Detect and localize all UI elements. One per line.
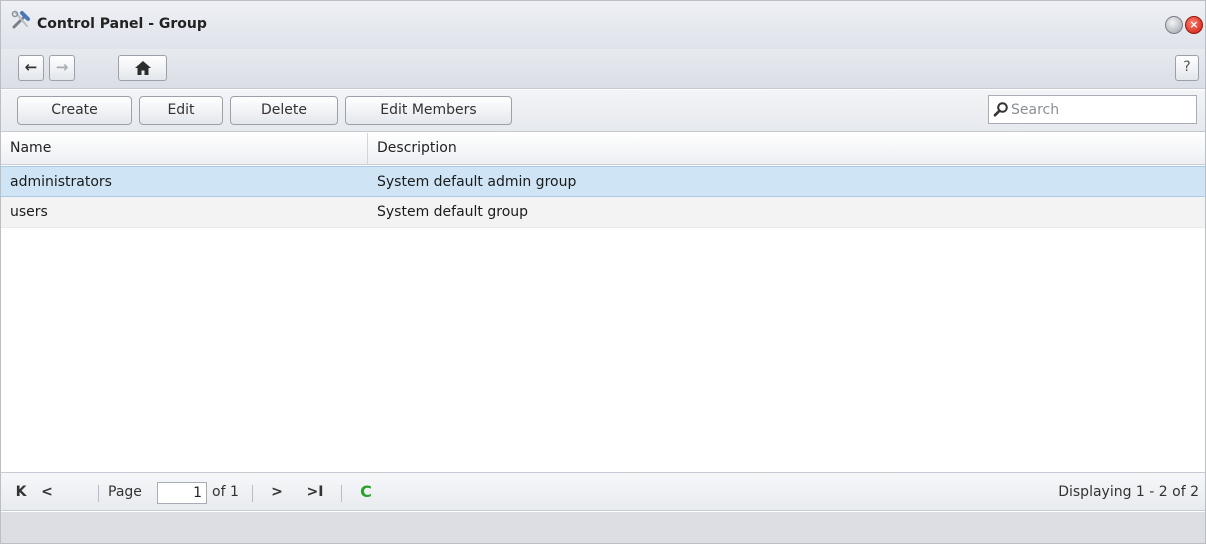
first-page-button[interactable]: K xyxy=(12,483,30,501)
table-row[interactable]: users System default group xyxy=(1,197,1205,228)
window-title: Control Panel - Group xyxy=(37,16,207,32)
search-input[interactable] xyxy=(1011,99,1191,120)
page-count-label: of 1 xyxy=(212,484,239,500)
edit-button[interactable]: Edit xyxy=(139,96,223,125)
page-number-input[interactable] xyxy=(157,482,207,504)
forward-button[interactable]: → xyxy=(49,55,75,81)
separator xyxy=(98,485,99,502)
column-header-description[interactable]: Description xyxy=(368,133,1204,165)
group-description-cell: System default group xyxy=(377,204,529,220)
refresh-button[interactable]: C xyxy=(357,483,375,501)
delete-button[interactable]: Delete xyxy=(230,96,338,125)
status-bar xyxy=(1,512,1205,543)
navigation-bar: ← → ? xyxy=(1,49,1205,89)
arrow-left-icon: ← xyxy=(24,58,38,76)
last-page-icon: >I xyxy=(306,484,324,500)
next-page-button[interactable]: > xyxy=(269,483,285,501)
group-grid: administrators System default admin grou… xyxy=(1,166,1205,471)
chevron-right-icon: > xyxy=(271,484,283,500)
action-toolbar: Create Edit Delete Edit Members xyxy=(1,90,1205,132)
group-name-cell: users xyxy=(10,204,48,220)
control-panel-window: Control Panel - Group × ← → ? Create Edi… xyxy=(0,0,1206,544)
display-count-text: Displaying 1 - 2 of 2 xyxy=(1058,484,1199,500)
search-icon xyxy=(993,102,1008,117)
arrow-right-icon: → xyxy=(55,58,69,76)
search-box[interactable] xyxy=(988,95,1197,124)
separator xyxy=(341,485,342,502)
group-description-cell: System default admin group xyxy=(377,174,577,190)
previous-page-button[interactable]: < xyxy=(39,483,55,501)
chevron-left-icon: < xyxy=(41,484,53,500)
last-page-button[interactable]: >I xyxy=(305,483,325,501)
title-bar: Control Panel - Group × xyxy=(1,1,1205,49)
page-label: Page xyxy=(108,484,142,500)
create-button[interactable]: Create xyxy=(17,96,132,125)
paging-toolbar: K < Page of 1 > >I C Displaying 1 - 2 of… xyxy=(1,472,1205,511)
help-icon: ? xyxy=(1183,59,1191,75)
minimize-icon[interactable] xyxy=(1165,16,1183,34)
edit-members-button[interactable]: Edit Members xyxy=(345,96,512,125)
first-page-icon: K xyxy=(15,484,27,500)
grid-header: Name Description xyxy=(1,133,1205,165)
home-icon xyxy=(134,61,151,75)
home-button[interactable] xyxy=(118,55,167,81)
refresh-icon: C xyxy=(360,482,372,501)
group-name-cell: administrators xyxy=(10,174,112,190)
column-header-name[interactable]: Name xyxy=(1,133,368,165)
tools-icon xyxy=(11,10,30,29)
close-icon[interactable]: × xyxy=(1185,16,1203,34)
table-row[interactable]: administrators System default admin grou… xyxy=(1,166,1205,197)
separator xyxy=(252,485,253,502)
back-button[interactable]: ← xyxy=(18,55,44,81)
help-button[interactable]: ? xyxy=(1175,55,1199,81)
